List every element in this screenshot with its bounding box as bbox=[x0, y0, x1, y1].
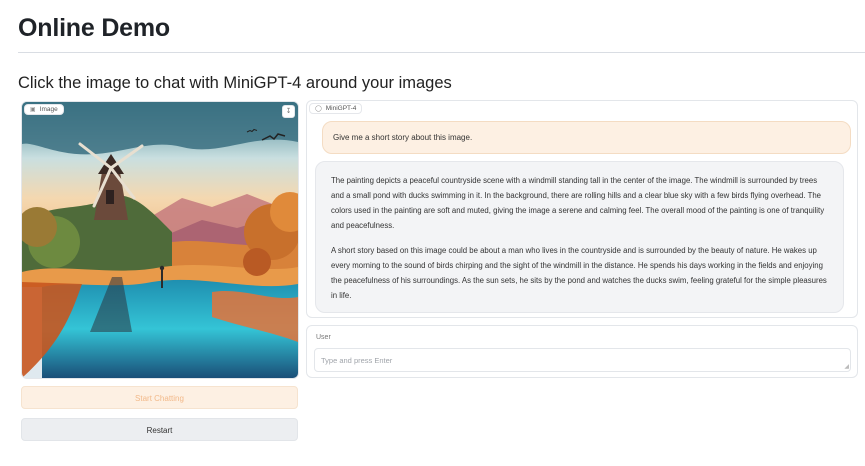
page-subtitle: Click the image to chat with MiniGPT-4 a… bbox=[18, 74, 452, 92]
bot-message-paragraph: The painting depicts a peaceful countrys… bbox=[331, 176, 825, 230]
user-text-input[interactable] bbox=[314, 348, 851, 372]
image-panel[interactable]: ▣ Image ↧ bbox=[21, 101, 299, 379]
user-input-label: User bbox=[316, 334, 331, 341]
download-icon[interactable]: ↧ bbox=[282, 105, 295, 118]
resize-grip-icon[interactable]: ◢ bbox=[844, 363, 849, 370]
chatbot-panel-label: ◯ MiniGPT-4 bbox=[309, 103, 363, 114]
bot-message-bubble: The painting depicts a peaceful countrys… bbox=[315, 161, 844, 313]
title-divider bbox=[18, 52, 865, 53]
image-panel-label-text: Image bbox=[39, 106, 58, 113]
bot-message-paragraph: A short story based on this image could … bbox=[331, 246, 827, 300]
chatbot-panel-label-text: MiniGPT-4 bbox=[325, 105, 357, 112]
chatbot-panel[interactable]: ◯ MiniGPT-4 Give me a short story about … bbox=[306, 100, 858, 318]
chat-icon: ◯ bbox=[315, 106, 322, 112]
user-message-bubble: Give me a short story about this image. bbox=[322, 121, 851, 154]
start-chatting-button[interactable]: Start Chatting bbox=[21, 386, 298, 409]
uploaded-image[interactable] bbox=[22, 102, 298, 378]
user-input-panel: User ◢ bbox=[306, 325, 858, 378]
image-panel-label: ▣ Image bbox=[24, 104, 64, 115]
image-icon: ▣ bbox=[30, 107, 36, 113]
restart-button[interactable]: Restart bbox=[21, 418, 298, 441]
page-title: Online Demo bbox=[18, 14, 170, 42]
